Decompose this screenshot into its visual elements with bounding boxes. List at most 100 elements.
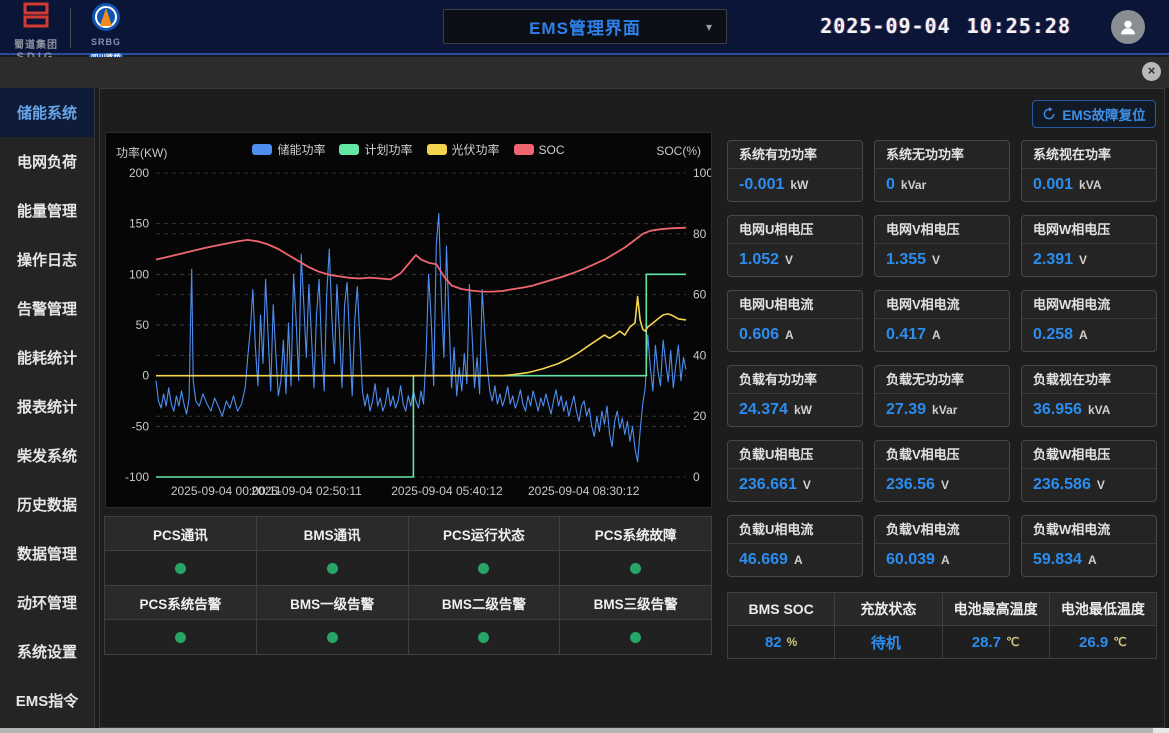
legend-label: 光伏功率	[452, 141, 500, 158]
metric-card: 负载无功功率 27.39 kVar	[874, 365, 1010, 427]
sidebar-item-柴发系统[interactable]: 柴发系统	[0, 431, 94, 480]
metric-label: 负载无功功率	[875, 366, 1009, 394]
date-text: 2025-09-04	[820, 14, 950, 38]
bms-column-header: 充放状态	[835, 593, 941, 625]
status-cell	[105, 551, 256, 585]
status-ok-dot-icon	[175, 632, 186, 643]
metric-unit: V	[1079, 253, 1087, 267]
status-label: BMS通讯	[257, 517, 408, 550]
view-selector-label: EMS管理界面	[529, 14, 641, 39]
metric-value: 24.374	[739, 401, 788, 419]
status-ok-dot-icon	[478, 632, 489, 643]
metric-unit: kW	[794, 403, 812, 417]
sdig-name: 蜀道集团	[8, 36, 64, 51]
svg-text:-100: -100	[125, 470, 149, 484]
metric-card: 负载U相电流 46.669 A	[727, 515, 863, 577]
sidebar-item-系统设置[interactable]: 系统设置	[0, 627, 94, 676]
metric-unit: V	[932, 253, 940, 267]
sidebar-item-告警管理[interactable]: 告警管理	[0, 284, 94, 333]
sidebar-item-动环管理[interactable]: 动环管理	[0, 578, 94, 627]
svg-text:40: 40	[693, 348, 707, 362]
bms-value-cell: 26.9 ℃	[1050, 626, 1156, 658]
sidebar-item-历史数据[interactable]: 历史数据	[0, 480, 94, 529]
sidebar-item-储能系统[interactable]: 储能系统	[0, 88, 94, 137]
view-selector-dropdown[interactable]: EMS管理界面 ▾	[443, 9, 727, 44]
legend-label: SOC	[539, 143, 565, 157]
svg-text:150: 150	[129, 217, 149, 231]
metric-value: 0.606	[739, 326, 779, 344]
svg-text:2025-09-04 08:30:12: 2025-09-04 08:30:12	[528, 484, 640, 498]
legend-color-chip	[252, 144, 272, 155]
legend-color-chip	[514, 144, 534, 155]
metric-value: 0.001	[1033, 176, 1073, 194]
time-text: 10:25:28	[967, 14, 1071, 38]
sidebar-item-数据管理[interactable]: 数据管理	[0, 529, 94, 578]
svg-text:20: 20	[693, 409, 707, 423]
sdig-logo-icon	[21, 2, 51, 30]
metric-label: 负载V相电压	[875, 441, 1009, 469]
metric-value: 59.834	[1033, 551, 1082, 569]
legend-label: 储能功率	[277, 141, 325, 158]
metric-card: 负载V相电流 60.039 A	[874, 515, 1010, 577]
svg-text:100: 100	[129, 267, 149, 281]
datetime-display: 2025-09-04 10:25:28	[820, 14, 1071, 38]
header-bar: 蜀道集团 SDIG SRBG 四川路桥 EMS管理界面 ▾ 2025-09-04…	[0, 0, 1169, 55]
metric-unit: kVar	[901, 178, 926, 192]
sidebar-item-能量管理[interactable]: 能量管理	[0, 186, 94, 235]
bms-unit: %	[787, 635, 798, 649]
srbg-logo: SRBG 四川路桥	[84, 2, 128, 65]
metric-label: 负载U相电流	[728, 516, 862, 544]
legend-item[interactable]: SOC	[514, 141, 565, 158]
refresh-icon	[1042, 107, 1056, 121]
metric-value: 60.039	[886, 551, 935, 569]
horizontal-scrollbar[interactable]	[0, 728, 1169, 733]
bms-value: 待机	[871, 632, 901, 653]
legend-color-chip	[339, 144, 359, 155]
sidebar-nav: 储能系统电网负荷能量管理操作日志告警管理能耗统计报表统计柴发系统历史数据数据管理…	[0, 88, 95, 733]
bms-value-cell: 82 %	[728, 626, 834, 658]
metric-label: 负载W相电压	[1022, 441, 1156, 469]
metric-label: 电网V相电压	[875, 216, 1009, 244]
sidebar-item-能耗统计[interactable]: 能耗统计	[0, 333, 94, 382]
metric-unit: kVA	[1088, 403, 1110, 417]
sidebar-item-报表统计[interactable]: 报表统计	[0, 382, 94, 431]
metric-value: 0.417	[886, 326, 926, 344]
metric-value: 236.661	[739, 476, 797, 494]
legend-item[interactable]: 计划功率	[339, 141, 412, 158]
svg-text:60: 60	[693, 288, 707, 302]
legend-item[interactable]: 光伏功率	[427, 141, 500, 158]
metric-unit: V	[785, 253, 793, 267]
metric-value: 46.669	[739, 551, 788, 569]
metric-unit: V	[803, 478, 811, 492]
close-icon[interactable]: ×	[1142, 62, 1161, 81]
tab-strip: ×	[0, 57, 1169, 88]
legend-item[interactable]: 储能功率	[252, 141, 325, 158]
status-ok-dot-icon	[478, 563, 489, 574]
metric-value: 1.052	[739, 251, 779, 269]
metric-card: 电网V相电流 0.417 A	[874, 290, 1010, 352]
legend-label: 计划功率	[364, 141, 412, 158]
status-label: PCS运行状态	[409, 517, 560, 550]
metric-value: 0	[886, 176, 895, 194]
metric-label: 负载V相电流	[875, 516, 1009, 544]
bms-summary-table: BMS SOC充放状态电池最高温度电池最低温度 82 % 待机 28.7 ℃ 2…	[727, 592, 1157, 659]
metric-card: 电网U相电流 0.606 A	[727, 290, 863, 352]
ems-fault-reset-button[interactable]: EMS故障复位	[1032, 100, 1156, 128]
svg-text:2025-09-04 02:50:11: 2025-09-04 02:50:11	[251, 484, 362, 498]
sidebar-item-操作日志[interactable]: 操作日志	[0, 235, 94, 284]
sidebar-item-EMS指令[interactable]: EMS指令	[0, 676, 94, 725]
metric-label: 电网U相电压	[728, 216, 862, 244]
metric-card: 负载W相电流 59.834 A	[1021, 515, 1157, 577]
metric-value: 1.355	[886, 251, 926, 269]
svg-text:200: 200	[129, 166, 149, 180]
srbg-logo-icon	[91, 2, 121, 32]
status-label: PCS系统故障	[560, 517, 711, 550]
user-avatar[interactable]	[1111, 10, 1145, 44]
status-cell	[409, 551, 560, 585]
sidebar-item-电网负荷[interactable]: 电网负荷	[0, 137, 94, 186]
logo-divider	[70, 8, 71, 48]
metric-unit: V	[941, 478, 949, 492]
srbg-abbr: SRBG	[84, 37, 128, 47]
metric-value: 27.39	[886, 401, 926, 419]
status-cell	[560, 551, 711, 585]
